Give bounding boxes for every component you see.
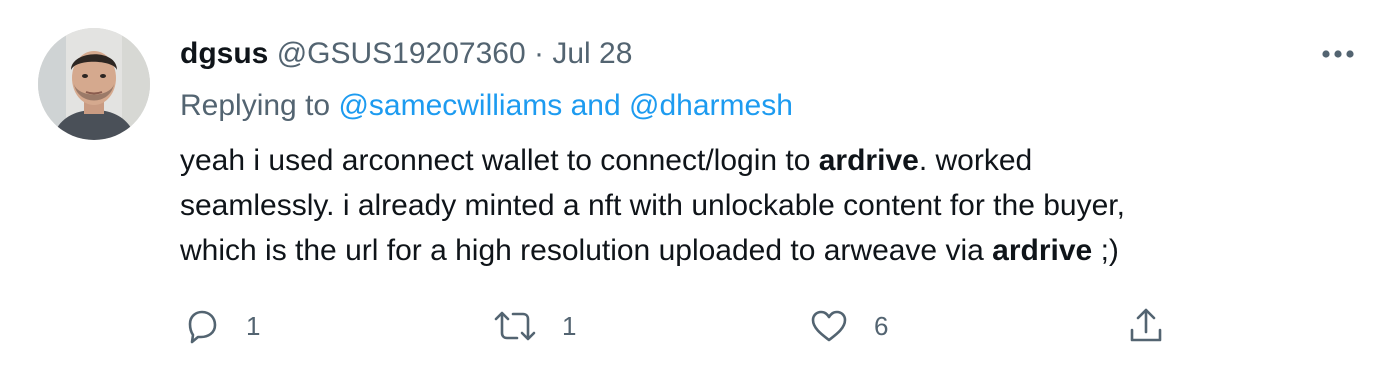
- reply-and: and: [570, 89, 621, 122]
- tweet-card[interactable]: dgsus @GSUS19207360 · Jul 28 Replying to…: [0, 0, 1400, 380]
- retweet-count: 1: [562, 310, 577, 341]
- text-segment: yeah i used arconnect wallet to connect/…: [180, 144, 811, 177]
- heart-icon: [808, 306, 850, 346]
- reply-bubble-icon: [182, 306, 222, 346]
- reply-user-link-2[interactable]: @dharmesh: [629, 89, 793, 122]
- replying-to: Replying to @samecwilliams and @dharmesh: [180, 86, 793, 126]
- text-segment: . worked: [918, 144, 1033, 177]
- user-handle[interactable]: @GSUS19207360: [277, 37, 526, 70]
- retweet-button[interactable]: 1: [492, 300, 576, 352]
- more-button[interactable]: [1316, 38, 1360, 70]
- reply-button[interactable]: 1: [182, 300, 260, 352]
- text-segment: ;): [1092, 234, 1119, 267]
- bold-term: ardrive: [992, 234, 1093, 267]
- tweet-text-line-1: yeah i used arconnect wallet to connect/…: [180, 138, 1340, 183]
- share-button[interactable]: [1126, 300, 1166, 352]
- retweet-arrows-icon: [492, 306, 538, 346]
- reply-count: 1: [246, 310, 261, 341]
- display-name[interactable]: dgsus: [180, 37, 268, 70]
- more-horizontal-icon: [1322, 50, 1354, 58]
- header-separator: ·: [534, 37, 544, 70]
- tweet-text-line-2: seamlessly. i already minted a nft with …: [180, 189, 1125, 222]
- tweet-text: yeah i used arconnect wallet to connect/…: [180, 138, 1340, 273]
- text-segment: which is the url for a high resolution u…: [180, 234, 984, 267]
- like-count: 6: [874, 310, 889, 341]
- avatar-photo-icon: [38, 28, 150, 140]
- reply-user-link-1[interactable]: @samecwilliams: [338, 89, 562, 122]
- share-upload-icon: [1126, 306, 1166, 346]
- replying-prefix: Replying to: [180, 89, 331, 122]
- action-bar: 1 1 6: [0, 300, 1400, 352]
- tweet-date[interactable]: Jul 28: [552, 37, 632, 70]
- bold-term: ardrive: [818, 144, 919, 177]
- like-button[interactable]: 6: [808, 300, 888, 352]
- tweet-text-line-3: which is the url for a high resolution u…: [180, 228, 1340, 273]
- avatar[interactable]: [38, 28, 150, 140]
- tweet-header: dgsus @GSUS19207360 · Jul 28: [180, 34, 632, 74]
